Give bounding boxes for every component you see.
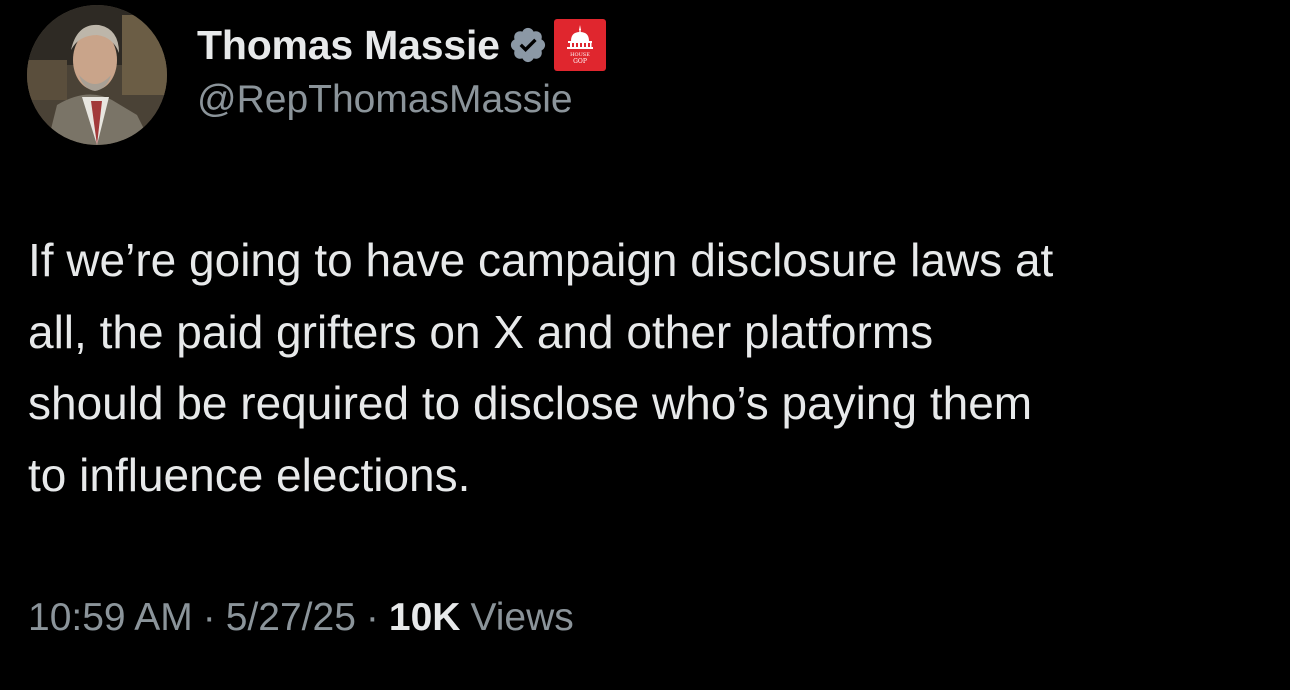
meta-separator: · xyxy=(365,596,379,639)
views-count: 10K xyxy=(388,596,461,639)
affiliation-text-2: GOP xyxy=(573,58,587,65)
meta-separator: · xyxy=(202,596,216,639)
user-handle[interactable]: @RepThomasMassie xyxy=(197,78,606,122)
views-label: Views xyxy=(470,596,574,639)
verified-badge-icon[interactable] xyxy=(508,25,548,65)
name-row: Thomas Massie HOUSE GOP xyxy=(197,18,606,72)
avatar[interactable] xyxy=(27,5,167,145)
house-gop-badge-icon[interactable]: HOUSE GOP xyxy=(553,19,606,71)
tweet: Thomas Massie HOUSE GOP @RepThomasMassie… xyxy=(0,0,1290,690)
display-name[interactable]: Thomas Massie xyxy=(197,22,500,69)
author-block: Thomas Massie HOUSE GOP @RepThomasMassie xyxy=(197,18,606,122)
avatar-photo xyxy=(27,5,167,145)
tweet-date[interactable]: 5/27/25 xyxy=(226,596,356,640)
tweet-meta: 10:59 AM · 5/27/25 · 10K Views xyxy=(28,596,574,640)
tweet-text: If we’re going to have campaign disclosu… xyxy=(28,234,1054,501)
tweet-time[interactable]: 10:59 AM xyxy=(28,596,193,640)
